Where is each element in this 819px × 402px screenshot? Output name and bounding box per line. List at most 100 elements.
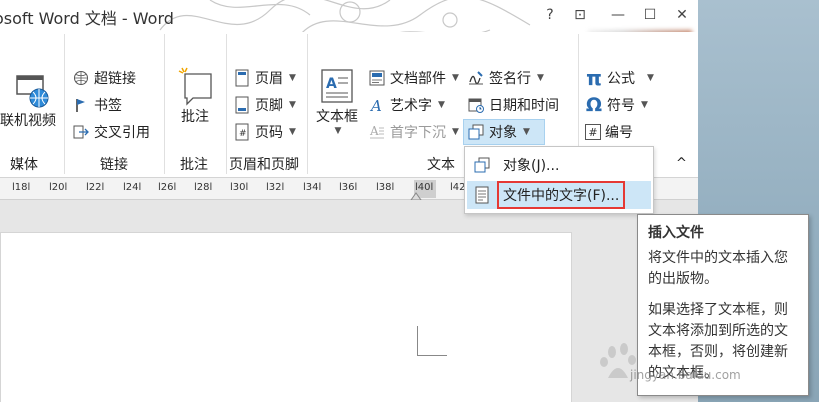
- help-icon: ?: [546, 7, 554, 23]
- menu-item-text-from-file-label: 文件中的文字(F)...: [497, 181, 626, 209]
- pi-icon: π: [586, 66, 602, 90]
- number-button[interactable]: # 编号: [585, 121, 633, 143]
- group-links-label: 链接: [100, 157, 128, 173]
- footer-label: 页脚: [255, 98, 283, 114]
- textbox-label: 文本框: [316, 109, 358, 125]
- ruler-tick: l34l: [303, 182, 322, 193]
- signature-icon: [467, 69, 485, 87]
- ruler-tick: l36l: [339, 182, 358, 193]
- indent-marker-icon[interactable]: [410, 192, 422, 200]
- hyperlink-label: 超链接: [94, 71, 136, 87]
- cross-reference-label: 交叉引用: [94, 125, 150, 141]
- ribbon-display-button[interactable]: ⊡: [570, 5, 590, 25]
- object-icon: [467, 123, 485, 141]
- group-header-footer-label: 页眉和页脚: [229, 157, 299, 173]
- window-title: osoft Word 文档 - Word: [0, 9, 174, 28]
- drop-cap-icon: A: [368, 123, 386, 141]
- drop-cap-button[interactable]: A 首字下沉 ▼: [368, 121, 459, 143]
- object-label: 对象: [489, 125, 517, 141]
- footer-button[interactable]: 页脚 ▼: [233, 94, 296, 116]
- group-media-label: 媒体: [10, 157, 38, 173]
- comment-button[interactable]: 批注: [170, 66, 220, 126]
- bookmark-label: 书签: [94, 98, 122, 114]
- wordart-icon: A: [368, 96, 386, 114]
- chevron-down-icon: ▼: [537, 73, 544, 83]
- quick-parts-label: 文档部件: [390, 71, 446, 87]
- wordart-label: 艺术字: [390, 98, 432, 114]
- group-divider: [307, 34, 308, 174]
- watermark-text: jingyan.baidu.com: [630, 368, 741, 382]
- new-comment-icon: [178, 67, 212, 106]
- tooltip-title: 插入文件: [648, 225, 704, 241]
- chevron-down-icon: ▼: [334, 126, 342, 136]
- hyperlink-icon: [72, 69, 90, 87]
- textbox-icon: A: [321, 69, 353, 103]
- online-video-button[interactable]: 联机视频: [0, 70, 62, 130]
- ruler-tick: l26l: [158, 182, 177, 193]
- symbol-button[interactable]: Ω 符号 ▼: [585, 94, 648, 116]
- bookmark-button[interactable]: 书签: [72, 94, 122, 116]
- tooltip-description: 将文件中的文本插入您的出版物。: [648, 250, 788, 287]
- online-video-label: 联机视频: [0, 113, 56, 129]
- document-page[interactable]: [0, 232, 572, 402]
- chevron-down-icon: ▼: [452, 73, 459, 83]
- minimize-button[interactable]: —: [608, 5, 628, 25]
- object-icon: [471, 157, 493, 173]
- online-video-icon: [16, 75, 49, 108]
- header-label: 页眉: [255, 71, 283, 87]
- chevron-down-icon: ▼: [289, 73, 296, 83]
- ruler-tick: l20l: [49, 182, 68, 193]
- hyperlink-button[interactable]: 超链接: [72, 67, 136, 89]
- ruler-tick: l22l: [86, 182, 105, 193]
- omega-icon: Ω: [585, 94, 603, 116]
- text-from-file-icon: [471, 186, 493, 204]
- menu-item-object[interactable]: 对象(J)...: [467, 151, 651, 179]
- svg-text:A: A: [369, 97, 382, 113]
- collapse-ribbon-button[interactable]: ^: [676, 152, 687, 174]
- wordart-button[interactable]: A 艺术字 ▼: [368, 94, 445, 116]
- ruler-tick: l32l: [266, 182, 285, 193]
- quick-parts-button[interactable]: 文档部件 ▼: [368, 67, 459, 89]
- close-button[interactable]: ✕: [672, 5, 692, 25]
- symbol-label: 符号: [607, 98, 635, 114]
- ruler-tick: l28l: [194, 182, 213, 193]
- chevron-up-icon: ^: [676, 155, 687, 171]
- header-icon: [233, 69, 251, 87]
- chevron-down-icon: ▼: [438, 100, 445, 110]
- chevron-down-icon: ▼: [523, 127, 530, 137]
- svg-text:A: A: [369, 124, 379, 138]
- date-time-label: 日期和时间: [489, 98, 559, 114]
- cross-reference-button[interactable]: 交叉引用: [72, 121, 150, 143]
- date-time-button[interactable]: 日期和时间: [467, 94, 559, 116]
- bookmark-icon: [72, 96, 90, 114]
- menu-item-object-label: 对象(J)...: [503, 158, 560, 174]
- group-divider: [226, 34, 227, 174]
- number-label: 编号: [605, 125, 633, 141]
- group-divider: [164, 34, 165, 174]
- chevron-down-icon: ▼: [641, 100, 648, 110]
- header-button[interactable]: 页眉 ▼: [233, 67, 296, 89]
- title-bar: osoft Word 文档 - Word ? ⊡ — ☐ ✕: [0, 0, 698, 32]
- chevron-down-icon: ▼: [289, 127, 296, 137]
- textbox-button[interactable]: A 文本框 ▼: [312, 66, 362, 136]
- help-button[interactable]: ?: [540, 5, 560, 25]
- ruler-tick: l24l: [123, 182, 142, 193]
- page-number-button[interactable]: # 页码 ▼: [233, 121, 296, 143]
- calendar-clock-icon: [467, 96, 485, 114]
- page-number-label: 页码: [255, 125, 283, 141]
- signature-line-button[interactable]: 签名行 ▼: [467, 67, 544, 89]
- group-comments-label: 批注: [180, 157, 208, 173]
- close-icon: ✕: [676, 7, 688, 23]
- maximize-button[interactable]: ☐: [640, 5, 660, 25]
- group-divider: [64, 34, 65, 174]
- equation-button[interactable]: π 公式 ▼: [585, 66, 654, 90]
- svg-text:A: A: [326, 76, 337, 92]
- number-icon: #: [585, 124, 601, 140]
- signature-line-label: 签名行: [489, 71, 531, 87]
- object-button-content[interactable]: 对象 ▼: [467, 121, 530, 143]
- menu-item-text-from-file[interactable]: 文件中的文字(F)...: [467, 181, 651, 209]
- title-decoration: [159, 0, 531, 32]
- quick-parts-icon: [368, 69, 386, 87]
- ruler-tick: l18l: [12, 182, 31, 193]
- margin-corner-mark: [417, 326, 447, 356]
